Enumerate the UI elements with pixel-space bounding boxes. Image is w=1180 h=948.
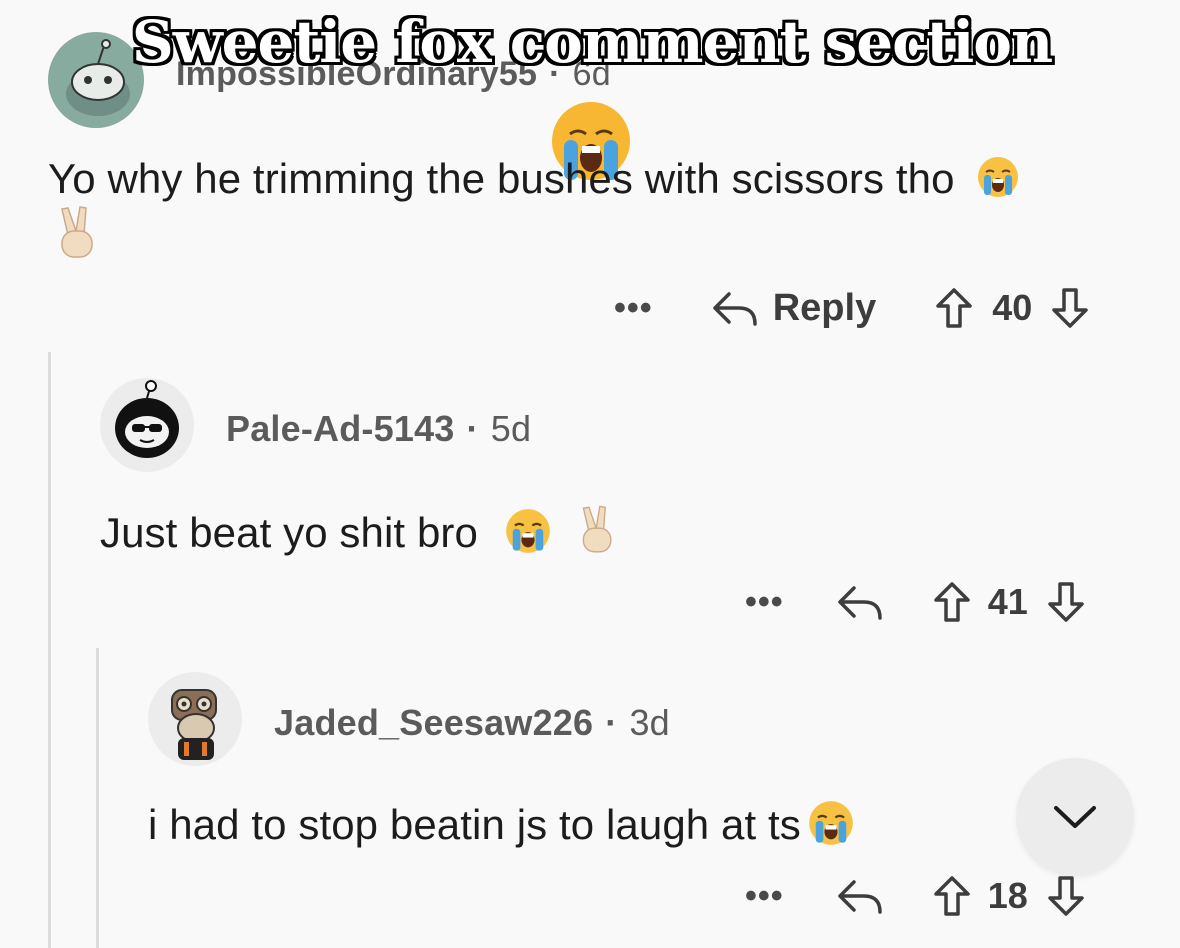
comment-body: i had to stop beatin js to laugh at ts bbox=[148, 799, 855, 857]
comment-actions: ••• Reply 40 bbox=[614, 286, 1090, 330]
victory-hand-icon bbox=[56, 205, 100, 261]
comment-body: Just beat yo shit bro bbox=[100, 503, 618, 567]
avatar[interactable] bbox=[148, 672, 242, 766]
downvote-arrow-icon[interactable] bbox=[1046, 874, 1086, 918]
more-options-button[interactable]: ••• bbox=[614, 291, 653, 325]
downvote-arrow-icon[interactable] bbox=[1050, 286, 1090, 330]
more-options-button[interactable]: ••• bbox=[745, 879, 784, 913]
comment-author-meta: Pale-Ad-5143 · 5d bbox=[226, 408, 531, 450]
upvote-arrow-icon[interactable] bbox=[932, 874, 972, 918]
vote-count: 40 bbox=[992, 287, 1033, 328]
comment-actions: ••• 18 bbox=[745, 874, 1086, 918]
comment-text: Just beat yo shit bro bbox=[100, 509, 478, 556]
loudly-crying-face-icon bbox=[504, 507, 552, 565]
chevron-down-icon bbox=[1054, 806, 1096, 828]
comment-author-meta: Jaded_Seesaw226 · 3d bbox=[274, 702, 670, 744]
scroll-down-button[interactable] bbox=[1016, 758, 1134, 876]
overlay-caption: Sweetie fox comment section bbox=[131, 8, 1053, 76]
loudly-crying-face-icon bbox=[807, 799, 855, 857]
comment-age: 3d bbox=[629, 702, 670, 743]
comment-text: i had to stop beatin js to laugh at ts bbox=[148, 801, 801, 848]
comment-age: 5d bbox=[490, 408, 532, 449]
reply-arrow-icon bbox=[712, 292, 757, 326]
vote-count: 41 bbox=[987, 581, 1028, 622]
username[interactable]: Pale-Ad-5143 bbox=[226, 408, 455, 449]
loudly-crying-face-icon bbox=[976, 155, 1020, 209]
reply-arrow-icon[interactable] bbox=[836, 876, 884, 916]
separator: · bbox=[466, 408, 479, 449]
thread-line-level-1 bbox=[48, 352, 51, 948]
thread-line-level-2 bbox=[96, 648, 99, 948]
reply-button[interactable]: Reply bbox=[711, 287, 876, 330]
reply-arrow-icon[interactable] bbox=[836, 582, 884, 622]
vote-count: 18 bbox=[987, 875, 1028, 916]
upvote-arrow-icon[interactable] bbox=[932, 580, 972, 624]
comment-actions: ••• 41 bbox=[745, 580, 1086, 624]
comment-body: Yo why he trimming the bushes with sciss… bbox=[48, 155, 1020, 209]
upvote-arrow-icon[interactable] bbox=[934, 286, 974, 330]
reply-label: Reply bbox=[772, 286, 877, 329]
username[interactable]: Jaded_Seesaw226 bbox=[274, 702, 593, 743]
more-options-button[interactable]: ••• bbox=[745, 585, 784, 619]
victory-hand-icon bbox=[578, 503, 618, 567]
avatar[interactable] bbox=[100, 378, 194, 472]
downvote-arrow-icon[interactable] bbox=[1046, 580, 1086, 624]
comment-text: Yo why he trimming the bushes with sciss… bbox=[48, 155, 955, 202]
separator: · bbox=[605, 702, 618, 743]
